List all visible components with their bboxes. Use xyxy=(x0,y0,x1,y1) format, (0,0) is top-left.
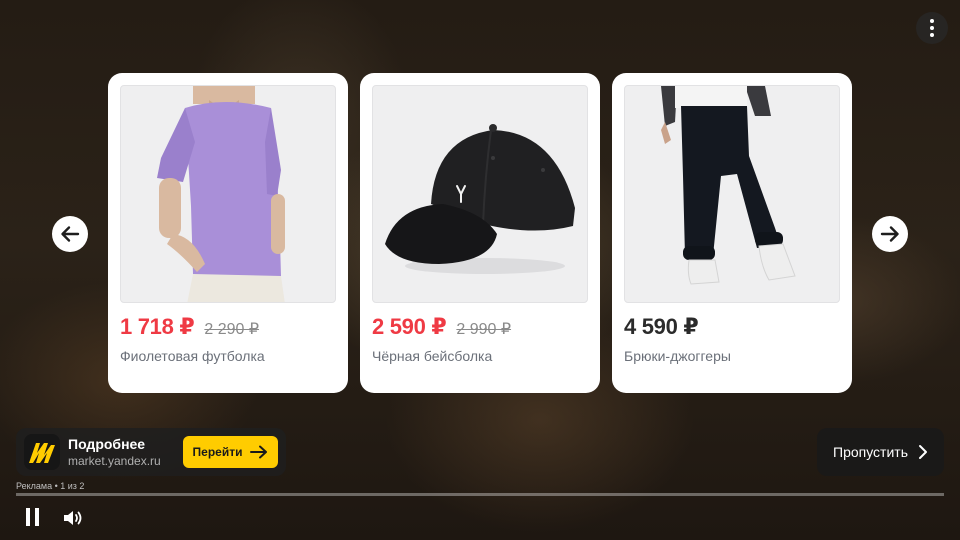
market-logo xyxy=(24,434,60,470)
carousel-prev-button[interactable] xyxy=(52,216,88,252)
ad-title: Подробнее xyxy=(68,436,146,452)
product-card[interactable]: 1 718 ₽ 2 290 ₽ Фиолетовая футболка xyxy=(108,73,348,393)
product-price: 1 718 ₽ xyxy=(120,314,195,339)
more-vertical-icon xyxy=(930,19,934,23)
product-card[interactable]: 2 590 ₽ 2 990 ₽ Чёрная бейсболка xyxy=(360,73,600,393)
product-name: Фиолетовая футболка xyxy=(120,348,265,364)
skip-button-label: Пропустить xyxy=(833,444,908,460)
product-old-price: 2 990 ₽ xyxy=(456,321,512,338)
arrow-left-icon xyxy=(61,226,80,242)
chevron-right-icon xyxy=(919,445,927,459)
product-old-price: 2 290 ₽ xyxy=(204,321,260,338)
product-name: Чёрная бейсболка xyxy=(372,348,493,364)
ad-url: market.yandex.ru xyxy=(68,454,161,468)
arrow-right-icon xyxy=(250,445,268,459)
product-image-tshirt xyxy=(120,85,336,303)
skip-button[interactable]: Пропустить xyxy=(817,428,944,476)
pause-icon xyxy=(25,508,30,526)
product-image-joggers xyxy=(624,85,840,303)
product-card[interactable]: 4 590 ₽ Брюки-джоггеры xyxy=(612,73,852,393)
ad-label: Реклама • 1 из 2 xyxy=(16,481,85,491)
arrow-right-icon xyxy=(880,226,899,242)
more-menu-button[interactable] xyxy=(916,12,948,44)
product-price: 4 590 ₽ xyxy=(624,314,699,339)
volume-button[interactable] xyxy=(62,508,84,528)
market-logo-icon xyxy=(29,443,55,463)
product-name: Брюки-джоггеры xyxy=(624,348,731,364)
go-button-label: Перейти xyxy=(192,445,243,459)
volume-icon xyxy=(64,511,82,525)
ad-panel[interactable]: Подробнее market.yandex.ru Перейти xyxy=(16,428,286,476)
product-price: 2 590 ₽ xyxy=(372,314,447,339)
product-image-cap xyxy=(372,85,588,303)
progress-bar[interactable] xyxy=(16,493,944,496)
go-button[interactable]: Перейти xyxy=(183,436,278,468)
pause-button[interactable] xyxy=(22,508,42,528)
carousel-next-button[interactable] xyxy=(872,216,908,252)
